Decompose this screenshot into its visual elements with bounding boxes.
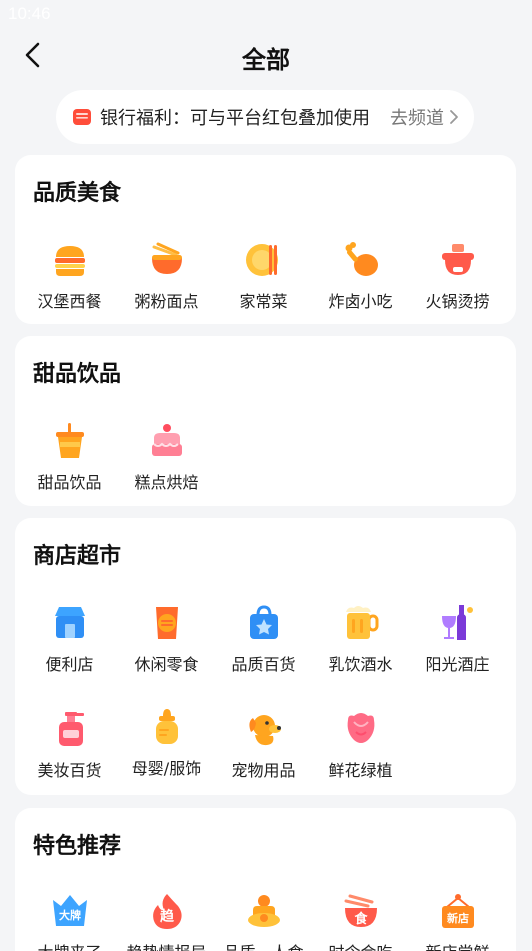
category-item-sunshine-winery[interactable]: 阳光酒庄 xyxy=(409,604,506,684)
category-item-general-goods[interactable]: 品质百货 xyxy=(215,604,312,684)
banner-text: 银行福利：可与平台红包叠加使用 xyxy=(100,108,370,129)
category-label: 乳饮酒水 xyxy=(328,655,393,674)
hotpot-icon xyxy=(442,244,474,275)
trend-fire-icon: 趋 xyxy=(153,894,182,929)
category-label: 大牌来了 xyxy=(17,939,122,951)
category-item-cake[interactable]: 糕点烘焙 xyxy=(118,422,215,502)
fried-chicken-leg-icon xyxy=(345,242,378,276)
beer-mug-icon xyxy=(346,606,379,639)
category-item-beauty[interactable]: 美妆百货 xyxy=(21,710,118,790)
category-item-burger[interactable]: 汉堡西餐 xyxy=(21,241,118,321)
category-label: 甜品饮品 xyxy=(37,473,102,492)
header: 全部 xyxy=(0,28,532,84)
category-item-new-store[interactable]: 新店 新店尝鲜 xyxy=(409,892,506,951)
section-stores-supermarkets: 商店超市 便利店 休闲零食 品质百货 乳饮酒水 阳光酒庄 美妆百货 母婴/服饰 … xyxy=(15,518,516,795)
new-store-icon: 新店 xyxy=(442,894,474,928)
category-label: 时令会吃 xyxy=(308,939,413,951)
category-item-home-dishes[interactable]: 家常菜 xyxy=(215,241,312,321)
category-label: 休闲零食 xyxy=(134,655,199,674)
category-label: 汉堡西餐 xyxy=(37,292,102,311)
category-label: 母婴/服饰 xyxy=(131,759,202,778)
dish-plate-icon xyxy=(246,244,278,276)
brand-badge-text: 大牌 xyxy=(59,908,81,922)
category-item-single-meal[interactable]: 品质一人食 xyxy=(215,892,312,951)
section-title: 品质美食 xyxy=(33,181,122,206)
category-label: 便利店 xyxy=(45,655,94,674)
category-label: 趋势情报局 xyxy=(114,939,219,951)
page-title: 全部 xyxy=(242,46,290,74)
cosmetic-bottle-icon xyxy=(59,712,84,746)
new-store-badge-text: 新店 xyxy=(447,911,469,925)
category-label: 炸卤小吃 xyxy=(328,292,393,311)
section-title: 特色推荐 xyxy=(33,834,122,859)
status-time: 10:46 xyxy=(8,4,51,23)
category-item-snacks[interactable]: 休闲零食 xyxy=(118,604,215,684)
category-item-bubble-tea[interactable]: 甜品饮品 xyxy=(21,422,118,502)
section-desserts-drinks: 甜品饮品 甜品饮品 糕点烘焙 xyxy=(15,336,516,506)
section-featured: 特色推荐 大牌 大牌来了 趋 趋势情报局 品质一人食 xyxy=(15,808,516,951)
category-item-flowers-plants[interactable]: 鲜花绿植 xyxy=(312,710,409,790)
snack-bag-icon xyxy=(156,607,178,639)
section-title: 商店超市 xyxy=(33,544,122,569)
category-item-trend-bureau[interactable]: 趋 趋势情报局 xyxy=(118,892,215,951)
burger-icon xyxy=(55,246,85,276)
category-item-drinks-alcohol[interactable]: 乳饮酒水 xyxy=(312,604,409,684)
category-item-noodles[interactable]: 粥粉面点 xyxy=(118,241,215,321)
category-label: 美妆百货 xyxy=(37,761,102,780)
single-meal-icon xyxy=(248,895,280,927)
category-label: 糕点烘焙 xyxy=(134,473,199,492)
bank-card-icon xyxy=(73,109,91,125)
category-label: 宠物用品 xyxy=(231,761,296,780)
cake-icon xyxy=(152,424,182,456)
bank-benefit-banner[interactable]: 银行福利：可与平台红包叠加使用 去频道 xyxy=(56,90,474,144)
category-item-big-brands[interactable]: 大牌 大牌来了 xyxy=(21,892,118,951)
brand-crown-icon: 大牌 xyxy=(53,895,87,926)
category-item-pet-supplies[interactable]: 宠物用品 xyxy=(215,710,312,790)
category-label: 鲜花绿植 xyxy=(328,761,393,780)
trend-badge-text: 趋 xyxy=(160,908,175,925)
wine-icon xyxy=(442,605,473,640)
category-label: 新店尝鲜 xyxy=(405,939,510,951)
shopping-bag-icon xyxy=(250,605,278,639)
category-label: 粥粉面点 xyxy=(134,292,199,311)
category-item-convenience-store[interactable]: 便利店 xyxy=(21,604,118,684)
bubble-tea-icon xyxy=(56,423,84,458)
store-icon xyxy=(55,607,85,638)
seasonal-badge-text: 食 xyxy=(354,911,368,927)
noodle-bowl-icon xyxy=(152,242,182,274)
category-label: 火锅烫捞 xyxy=(425,292,490,311)
category-label: 品质百货 xyxy=(231,655,296,674)
category-item-fried-snacks[interactable]: 炸卤小吃 xyxy=(312,241,409,321)
category-label: 品质一人食 xyxy=(211,939,316,951)
category-item-baby-apparel[interactable]: 母婴/服饰 xyxy=(118,708,215,788)
chevron-right-icon xyxy=(450,110,458,124)
seasonal-food-icon: 食 xyxy=(344,894,377,927)
category-label: 阳光酒庄 xyxy=(425,655,490,674)
baby-bottle-icon xyxy=(156,709,178,744)
flower-icon xyxy=(347,713,375,743)
category-item-seasonal-eats[interactable]: 食 时令会吃 xyxy=(312,892,409,951)
category-item-hotpot[interactable]: 火锅烫捞 xyxy=(409,241,506,321)
section-title: 甜品饮品 xyxy=(33,362,122,387)
category-label: 家常菜 xyxy=(239,292,288,311)
section-quality-food: 品质美食 汉堡西餐 粥粉面点 家常菜 炸卤小吃 火锅烫捞 xyxy=(15,155,516,324)
dog-icon xyxy=(249,715,281,746)
banner-channel-link[interactable]: 去频道 xyxy=(390,104,444,130)
